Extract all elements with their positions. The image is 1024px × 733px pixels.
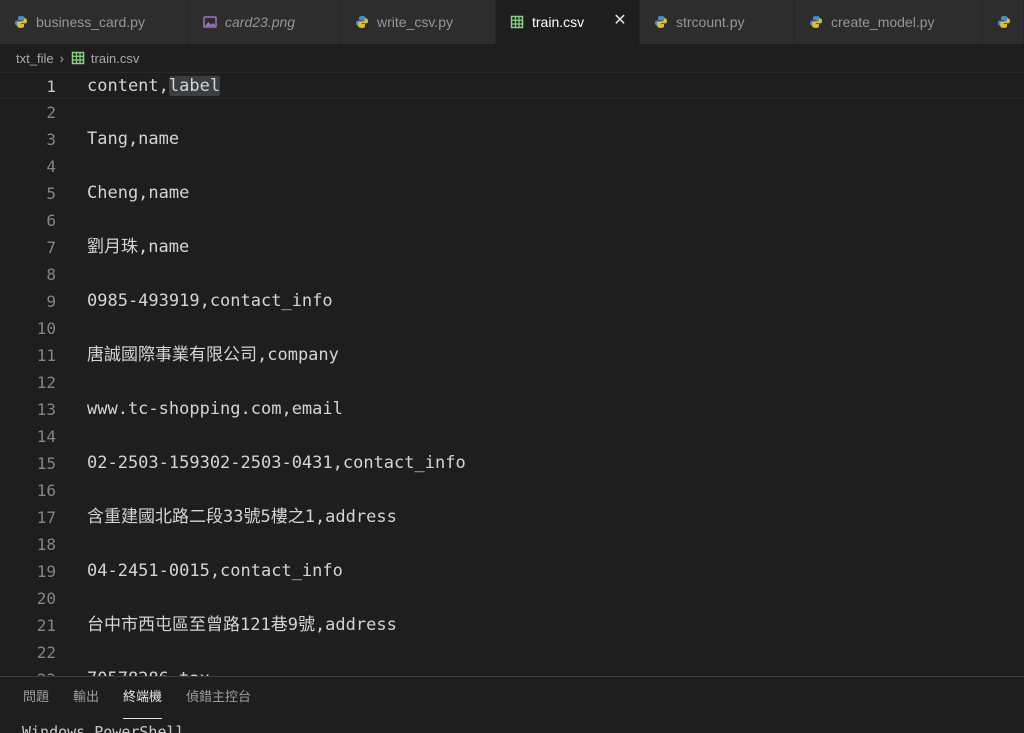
csv-table-icon — [71, 51, 85, 65]
line-content[interactable]: Tang,name — [87, 126, 179, 153]
image-icon — [203, 16, 217, 28]
line-number: 21 — [36, 616, 56, 635]
editor-line: 12 — [0, 369, 1024, 396]
editor-line: 3 Tang,name — [0, 126, 1024, 153]
editor-line: 7 劉月珠,name — [0, 234, 1024, 261]
tab-problems[interactable]: 問題 — [23, 677, 49, 721]
close-icon[interactable]: ✕ — [611, 12, 629, 30]
tab-train-csv[interactable]: train.csv ✕ — [496, 0, 640, 44]
line-number: 14 — [36, 427, 56, 446]
editor-line: 8 — [0, 261, 1024, 288]
python-icon — [810, 16, 822, 28]
python-icon — [655, 16, 667, 28]
breadcrumb-folder[interactable]: txt_file — [16, 51, 54, 66]
tab-label: strcount.py — [676, 14, 745, 30]
line-content[interactable]: Cheng,name — [87, 180, 189, 207]
line-number: 19 — [36, 562, 56, 581]
terminal-output[interactable]: Windows PowerShell — [22, 723, 185, 733]
editor-tab-bar: business_card.py card23.png write_csv.py… — [0, 0, 1024, 44]
line-number: 22 — [36, 643, 56, 662]
editor-line: 2 — [0, 99, 1024, 126]
line-content[interactable]: 02-2503-159302-2503-0431,contact_info — [87, 450, 466, 477]
tab-overflow[interactable] — [983, 0, 1024, 44]
line-content[interactable]: 04-2451-0015,contact_info — [87, 558, 343, 585]
line-number: 2 — [46, 103, 56, 122]
tab-card23-png[interactable]: card23.png — [189, 0, 341, 44]
breadcrumb-file[interactable]: train.csv — [91, 51, 139, 66]
tab-label: business_card.py — [36, 14, 145, 30]
line-number: 15 — [36, 454, 56, 473]
editor-line: 20 — [0, 585, 1024, 612]
line-number: 6 — [46, 211, 56, 230]
tab-label: create_model.py — [831, 14, 935, 30]
line-number: 10 — [36, 319, 56, 338]
tab-write-csv-py[interactable]: write_csv.py — [341, 0, 496, 44]
line-number: 18 — [36, 535, 56, 554]
line-number: 11 — [36, 346, 56, 365]
editor-line: 14 — [0, 423, 1024, 450]
line-number: 1 — [46, 77, 56, 96]
editor-line: 22 — [0, 639, 1024, 666]
line-text: content, — [87, 76, 169, 96]
tab-label: card23.png — [225, 14, 296, 30]
tab-label: train.csv — [532, 14, 585, 30]
line-number: 5 — [46, 184, 56, 203]
editor-line: 16 — [0, 477, 1024, 504]
line-content[interactable]: 70578286,tax — [87, 666, 210, 676]
python-icon — [15, 16, 27, 28]
line-number: 23 — [0, 666, 56, 676]
line-number: 13 — [36, 400, 56, 419]
line-number: 12 — [36, 373, 56, 392]
chevron-right-icon: › — [59, 50, 64, 66]
editor-line: 1 content,label — [0, 72, 1024, 99]
selection-highlight: label — [168, 76, 221, 96]
line-number: 8 — [46, 265, 56, 284]
line-number: 20 — [36, 589, 56, 608]
editor-line: 15 02-2503-159302-2503-0431,contact_info — [0, 450, 1024, 477]
python-icon — [998, 16, 1010, 28]
breadcrumb: txt_file › train.csv — [0, 44, 1024, 72]
line-content[interactable]: 唐誠國際事業有限公司,company — [87, 342, 339, 369]
python-icon — [356, 16, 368, 28]
tab-business-card-py[interactable]: business_card.py — [0, 0, 189, 44]
line-content[interactable]: www.tc-shopping.com,email — [87, 396, 343, 423]
csv-table-icon — [510, 15, 524, 29]
editor-line: 13 www.tc-shopping.com,email — [0, 396, 1024, 423]
line-content[interactable]: 劉月珠,name — [87, 234, 189, 261]
editor-line: 6 — [0, 207, 1024, 234]
tab-strcount-py[interactable]: strcount.py — [640, 0, 795, 44]
tab-create-model-py[interactable]: create_model.py — [795, 0, 983, 44]
tab-output[interactable]: 輸出 — [73, 677, 99, 721]
line-content[interactable]: 0985-493919,contact_info — [87, 288, 333, 315]
line-number: 3 — [46, 130, 56, 149]
panel-tabs: 問題 輸出 終端機 偵錯主控台 — [0, 677, 251, 721]
tab-terminal[interactable]: 終端機 — [123, 677, 163, 721]
editor-line: 11 唐誠國際事業有限公司,company — [0, 342, 1024, 369]
editor-line: 9 0985-493919,contact_info — [0, 288, 1024, 315]
line-content[interactable]: 含重建國北路二段33號5樓之1,address — [87, 504, 397, 531]
line-number: 17 — [36, 508, 56, 527]
editor-line: 17 含重建國北路二段33號5樓之1,address — [0, 504, 1024, 531]
line-content[interactable]: 台中市西屯區至曾路121巷9號,address — [87, 612, 397, 639]
editor-line: 5 Cheng,name — [0, 180, 1024, 207]
editor-line: 21 台中市西屯區至曾路121巷9號,address — [0, 612, 1024, 639]
editor-line: 19 04-2451-0015,contact_info — [0, 558, 1024, 585]
code-editor[interactable]: 1 content,label 2 3 Tang,name 4 5 Cheng,na… — [0, 72, 1024, 676]
line-number: 7 — [46, 238, 56, 257]
editor-line: 18 — [0, 531, 1024, 558]
tab-label: write_csv.py — [377, 14, 453, 30]
line-content[interactable]: content,label — [87, 73, 221, 100]
line-number: 16 — [36, 481, 56, 500]
editor-line: 10 — [0, 315, 1024, 342]
line-number: 9 — [46, 292, 56, 311]
bottom-panel: 問題 輸出 終端機 偵錯主控台 Windows PowerShell — [0, 676, 1024, 733]
editor-line: 4 — [0, 153, 1024, 180]
tab-debug-console[interactable]: 偵錯主控台 — [186, 677, 251, 721]
line-number: 4 — [46, 157, 56, 176]
editor-line: 23 70578286,tax — [0, 666, 1024, 676]
